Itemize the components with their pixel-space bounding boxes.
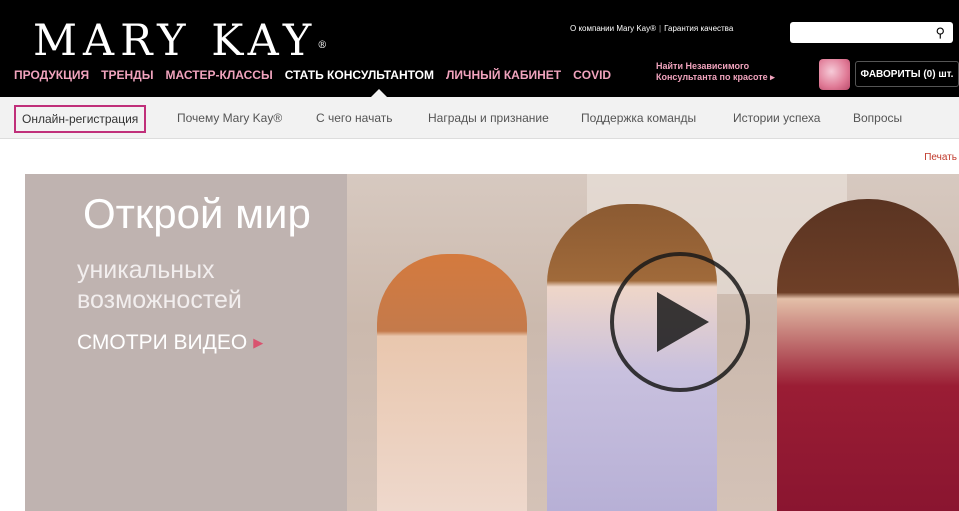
logo-text: MARY KAY [33,16,318,66]
nav-become-consultant[interactable]: СТАТЬ КОНСУЛЬТАНТОМ [285,68,434,82]
hero-video-still[interactable] [347,174,959,511]
find-consultant-link[interactable]: Найти Независимого Консультанта по красо… [656,61,775,83]
active-nav-caret [371,89,387,97]
subnav-getting-started[interactable]: С чего начать [316,111,393,125]
nav-personal-account[interactable]: ЛИЧНЫЙ КАБИНЕТ [446,68,561,82]
subnav-online-registration[interactable]: Онлайн-регистрация [14,105,147,133]
woman-left-figure [377,254,527,511]
hero-subtitle-line2: возможностей [77,286,242,314]
favorites-flower-icon[interactable] [819,59,850,90]
mary-kay-logo[interactable]: MARY KAY® [33,20,327,63]
main-nav: ПРОДУКЦИЯ ТРЕНДЫ МАСТЕР-КЛАССЫ СТАТЬ КОНСУЛ… [14,68,623,82]
find-consultant-line2: Консультанта по красоте ▸ [656,72,775,82]
favorites-button[interactable]: ФАВОРИТЫ (0) шт. [855,61,959,87]
quality-guarantee-link[interactable]: Гарантия качества [664,24,733,33]
print-link[interactable]: Печать [924,152,957,163]
nav-trends[interactable]: ТРЕНДЫ [101,68,153,82]
hero-text-panel: Открой мир уникальных возможностей СМОТР… [25,174,347,511]
top-links: О компании Mary Kay® | Гарантия качества [570,24,733,33]
hero-title: Открой мир [83,190,311,237]
nav-master-classes[interactable]: МАСТЕР-КЛАССЫ [165,68,272,82]
woman-right-figure [777,199,959,511]
site-header: MARY KAY® О компании Mary Kay® | Гарантия … [0,0,959,97]
hero-subtitle-line1: уникальных [77,256,215,284]
top-links-separator: | [659,24,662,33]
subnav-success-stories[interactable]: Истории успеха [733,111,820,125]
hero-banner[interactable]: Открой мир уникальных возможностей СМОТР… [25,174,959,511]
nav-covid[interactable]: COVID [573,68,611,82]
registered-mark: ® [317,40,328,51]
subnav-questions[interactable]: Вопросы [853,111,902,125]
subnav-team-support[interactable]: Поддержка команды [581,111,696,125]
about-link[interactable]: О компании Mary Kay® [570,24,656,33]
nav-products[interactable]: ПРОДУКЦИЯ [14,68,89,82]
search-box[interactable]: ⚲ [790,22,953,43]
find-consultant-line1: Найти Независимого [656,61,750,71]
watch-video-link[interactable]: СМОТРИ ВИДЕО ▶ [77,331,263,355]
sub-nav: Онлайн-регистрация Почему Mary Kay® С че… [0,97,959,139]
watch-video-label: СМОТРИ ВИДЕО [77,331,248,354]
subnav-why-mary-kay[interactable]: Почему Mary Kay® [177,111,282,125]
subnav-awards[interactable]: Награды и признание [428,111,549,125]
arrow-right-icon: ▶ [253,335,264,350]
play-icon[interactable] [657,292,709,352]
search-icon[interactable]: ⚲ [935,25,945,41]
